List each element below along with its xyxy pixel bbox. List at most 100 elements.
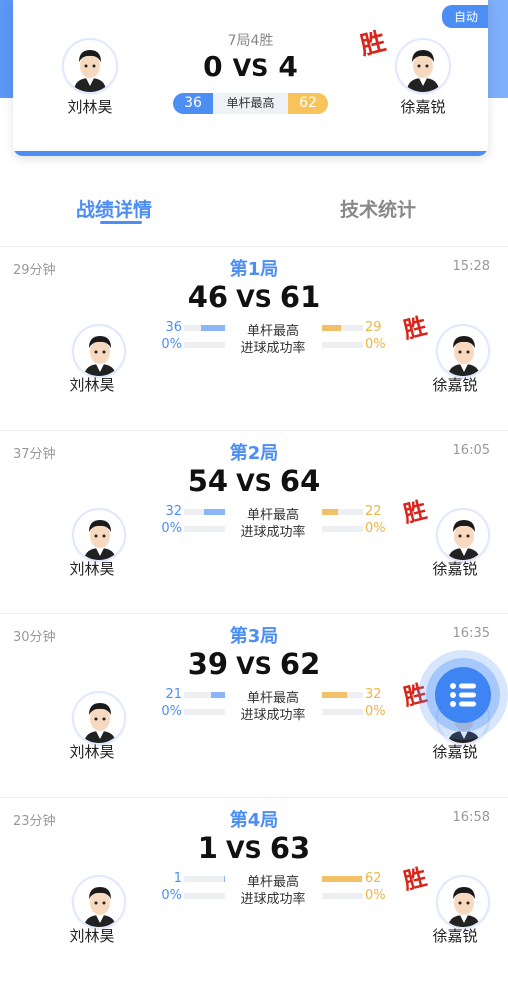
pot-rate-label: 进球成功率	[240, 341, 306, 356]
avatar-left-player[interactable]	[74, 510, 124, 560]
tab-match-details[interactable]: 战绩详情	[76, 195, 152, 222]
game-right-score: 61	[279, 280, 321, 314]
avatar-left-player[interactable]	[74, 693, 124, 743]
left-pot-rate-bar	[184, 709, 225, 715]
tab-technical-stats[interactable]: 技术统计	[340, 195, 416, 222]
avatar-icon	[438, 510, 488, 560]
right-pot-rate-bar	[322, 709, 363, 715]
avatar-right-player[interactable]	[438, 510, 488, 560]
high-break-comparison: 36 单杆最高 62	[173, 93, 328, 114]
tab-technical-stats-label: 技术统计	[340, 199, 417, 221]
right-player-name: 徐嘉锐	[432, 743, 478, 761]
avatar-icon	[74, 326, 124, 376]
game-title: 第1局	[229, 259, 279, 280]
left-player-name: 刘林昊	[69, 560, 115, 578]
avatar-right-player[interactable]	[438, 877, 488, 927]
right-pot-rate: 0%	[365, 888, 386, 903]
right-high-break-bar	[322, 692, 363, 698]
game-title: 第4局	[229, 810, 279, 831]
right-player-name: 徐嘉锐	[432, 560, 478, 578]
pot-rate-row: 0% 进球成功率 0%	[150, 521, 385, 540]
right-high-break: 32	[365, 687, 382, 702]
left-player-name: 刘林昊	[67, 98, 113, 116]
game-right-score: 63	[269, 831, 311, 865]
left-pot-rate: 0%	[161, 888, 182, 903]
high-break-row: 36 单杆最高 29	[150, 320, 385, 339]
left-pot-rate-bar	[184, 342, 225, 348]
game-card[interactable]: 23分钟 16:58 第4局 1 VS 63 1 单杆最高 62 0% 进球成功率 0% 刘林昊胜徐嘉锐	[0, 797, 508, 981]
high-break-row: 1 单杆最高 62	[150, 871, 385, 890]
game-score: 1 VS 63	[0, 831, 508, 865]
pot-rate-label: 进球成功率	[240, 525, 306, 540]
right-pot-rate-bar	[322, 893, 363, 899]
card-accent-bar	[13, 151, 488, 156]
right-total-score: 4	[278, 50, 298, 83]
left-high-break-bar	[184, 876, 225, 882]
avatar-icon	[74, 693, 124, 743]
left-high-break: 36	[173, 93, 213, 114]
right-player-name: 徐嘉锐	[432, 927, 478, 945]
right-pot-rate: 0%	[365, 337, 386, 352]
high-break-row: 32 单杆最高 22	[150, 504, 385, 523]
list-icon	[450, 683, 476, 707]
match-summary-card: 自动 刘林昊 7局4胜 0 VS 4 36 单杆最高 62 胜 徐嘉锐	[13, 0, 488, 156]
vs-label: VS	[236, 285, 272, 313]
right-pot-rate-bar	[322, 526, 363, 532]
right-high-break-bar	[322, 509, 363, 515]
left-pot-rate-bar	[184, 893, 225, 899]
left-player-name: 刘林昊	[69, 376, 115, 394]
game-score: 46 VS 61	[0, 280, 508, 314]
game-title: 第3局	[229, 626, 279, 647]
avatar-icon	[74, 510, 124, 560]
left-player-name: 刘林昊	[69, 927, 115, 945]
right-pot-rate: 0%	[365, 704, 386, 719]
game-left-score: 46	[187, 280, 229, 314]
left-total-score: 0	[203, 50, 223, 83]
game-card[interactable]: 29分钟 15:28 第1局 46 VS 61 36 单杆最高 29 0% 进球成功率 0% 刘林昊胜徐…	[0, 246, 508, 430]
tab-match-details-label: 战绩详情	[76, 199, 153, 221]
avatar-icon	[74, 877, 124, 927]
avatar-icon	[397, 40, 449, 92]
game-right-score: 64	[279, 464, 321, 498]
vs-label: VS	[236, 469, 272, 497]
left-high-break: 32	[165, 504, 182, 519]
high-break-label: 单杆最高	[213, 93, 288, 114]
menu-fab[interactable]	[418, 650, 508, 740]
tab-bar: 战绩详情 技术统计	[0, 195, 508, 235]
avatar-icon	[438, 326, 488, 376]
left-player-name: 刘林昊	[69, 743, 115, 761]
pot-rate-label: 进球成功率	[240, 708, 306, 723]
pot-rate-row: 0% 进球成功率 0%	[150, 337, 385, 356]
game-left-score: 1	[197, 831, 218, 865]
active-tab-indicator	[100, 221, 142, 224]
left-pot-rate-bar	[184, 526, 225, 532]
game-score: 54 VS 64	[0, 464, 508, 498]
game-left-score: 54	[187, 464, 229, 498]
auto-badge[interactable]: 自动	[441, 5, 488, 28]
right-pot-rate: 0%	[365, 521, 386, 536]
left-high-break: 36	[165, 320, 182, 335]
right-high-break: 22	[365, 504, 382, 519]
left-high-break-bar	[184, 325, 225, 331]
left-high-break-bar	[184, 692, 225, 698]
game-title: 第2局	[229, 443, 279, 464]
left-pot-rate: 0%	[161, 521, 182, 536]
right-high-break-bar	[322, 876, 363, 882]
avatar-left-player[interactable]	[74, 877, 124, 927]
vs-label: VS	[232, 54, 269, 82]
right-player-name: 徐嘉锐	[432, 376, 478, 394]
right-pot-rate-bar	[322, 342, 363, 348]
avatar-left-player[interactable]	[74, 326, 124, 376]
right-high-break: 62	[288, 93, 328, 114]
left-pot-rate: 0%	[161, 337, 182, 352]
game-left-score: 39	[187, 647, 229, 681]
game-card[interactable]: 37分钟 16:05 第2局 54 VS 64 32 单杆最高 22 0% 进球成功率 0% 刘林昊胜徐…	[0, 430, 508, 614]
right-player-name: 徐嘉锐	[400, 98, 446, 116]
avatar-right-player[interactable]	[438, 326, 488, 376]
avatar-right-player[interactable]	[397, 40, 449, 92]
left-high-break-bar	[184, 509, 225, 515]
left-high-break: 21	[165, 687, 182, 702]
high-break-row: 21 单杆最高 32	[150, 687, 385, 706]
vs-label: VS	[236, 652, 272, 680]
left-high-break: 1	[173, 871, 182, 886]
